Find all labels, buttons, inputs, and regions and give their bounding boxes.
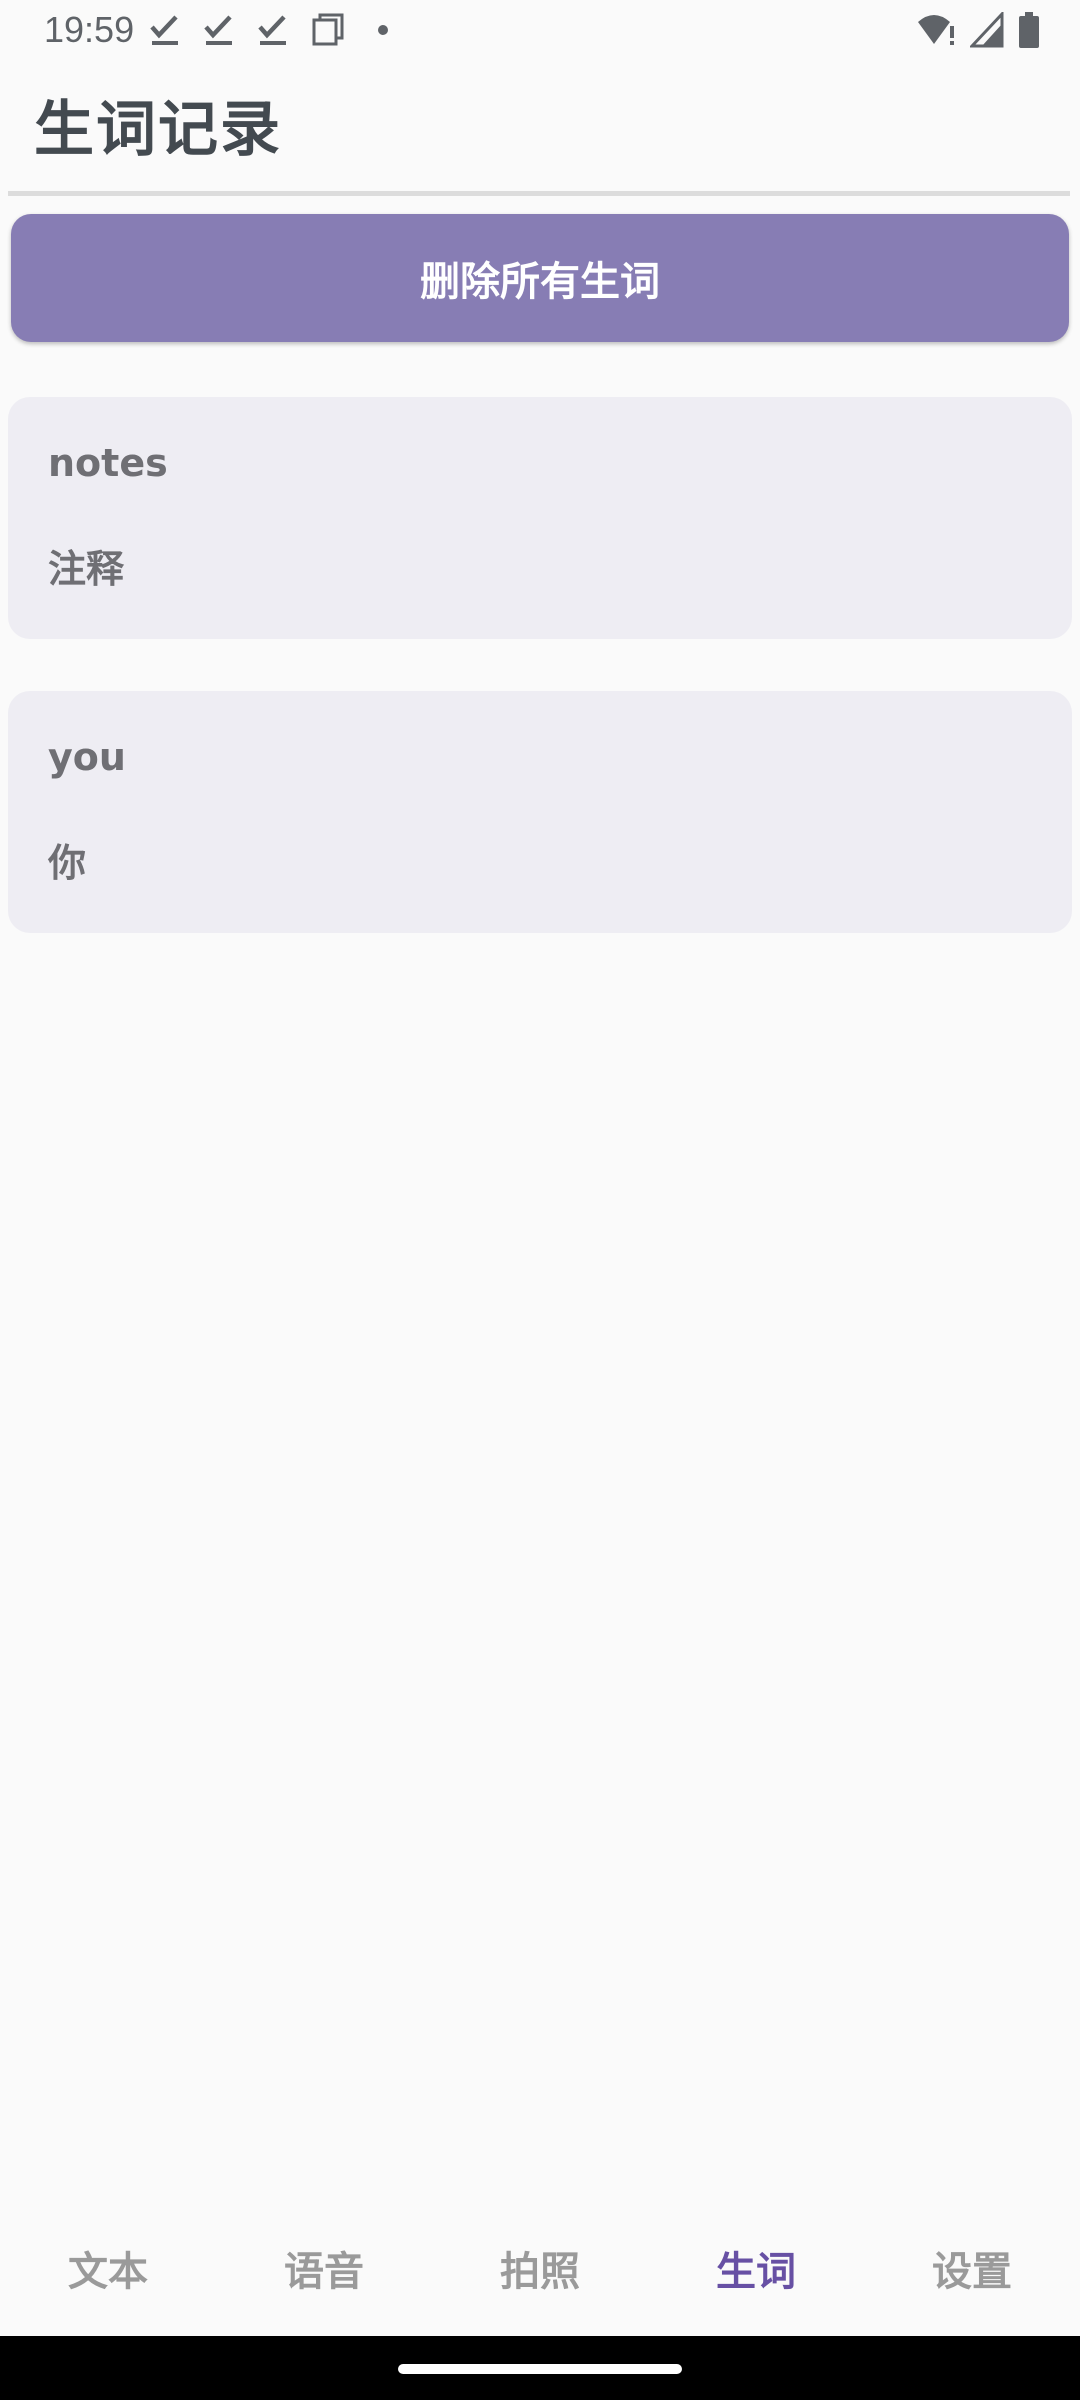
word-term: you [48,735,126,779]
word-card[interactable]: notes 注释 [8,397,1072,639]
word-card[interactable]: you 你 [8,691,1072,933]
word-meaning: 你 [48,841,87,885]
nav-item-text[interactable]: 文本 [0,2218,216,2318]
download-done-icon [204,15,232,45]
nav-item-photo[interactable]: 拍照 [432,2218,648,2318]
wifi-alert-icon [918,15,954,45]
status-notification-icons [148,12,400,48]
word-term: notes [48,441,168,485]
bottom-nav: 文本 语音 拍照 生词 设置 [0,2218,1080,2318]
nav-item-vocabulary[interactable]: 生词 [648,2218,864,2318]
word-meaning: 注释 [48,547,125,591]
status-system-icons [916,12,1040,48]
signal-icon [970,12,1004,48]
system-nav-bar [0,2336,1080,2400]
page-title: 生词记录 [34,95,282,165]
download-done-icon [258,15,286,45]
nav-item-settings[interactable]: 设置 [864,2218,1080,2318]
status-bar: 19:59 [0,0,1080,62]
title-divider [8,191,1070,196]
nav-item-voice[interactable]: 语音 [216,2218,432,2318]
download-done-icon [150,15,178,45]
delete-all-words-button[interactable]: 删除所有生词 [11,214,1069,342]
battery-icon [1019,12,1039,48]
copy-icon [312,13,344,46]
home-gesture-handle[interactable] [398,2364,682,2374]
dot-icon [378,25,388,35]
status-time: 19:59 [44,9,135,50]
